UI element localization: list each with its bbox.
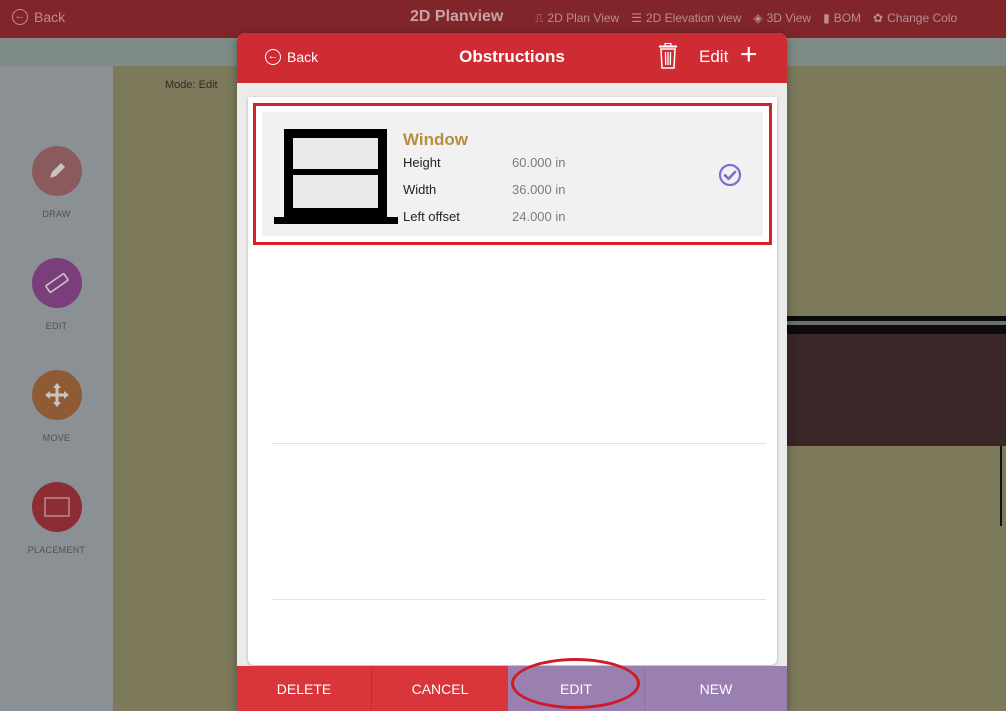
nav-3d-view[interactable]: ◈ 3D View: [753, 11, 811, 26]
modal-action-bar: DELETE CANCEL EDIT NEW: [237, 666, 787, 711]
obstruction-list: Window Height 60.000 in Width 36.000 in …: [248, 97, 777, 665]
move-arrows-icon[interactable]: [31, 370, 82, 420]
list-divider: [272, 599, 766, 600]
prop-row-width: Width 36.000 in: [403, 182, 566, 209]
wall-block: [786, 334, 1006, 446]
prop-label: Width: [403, 182, 437, 197]
nav-change-color[interactable]: ✿ Change Colo: [873, 11, 957, 26]
tool-move[interactable]: MOVE: [0, 370, 113, 443]
modal-back-label: Back: [287, 49, 319, 65]
trash-icon[interactable]: [657, 43, 679, 69]
window-icon: [274, 129, 398, 224]
list-item-content: Window Height 60.000 in Width 36.000 in …: [262, 112, 763, 236]
ruler-icon[interactable]: [31, 258, 82, 308]
prop-value: 36.000 in: [512, 182, 566, 197]
wall-segment: [786, 316, 1006, 334]
prop-row-left-offset: Left offset 24.000 in: [403, 209, 566, 236]
back-arrow-icon: ←: [265, 49, 281, 65]
tool-draw-label: DRAW: [42, 209, 71, 219]
modal-back-button[interactable]: ← Back: [265, 49, 318, 65]
nav-bom[interactable]: ▮ BOM: [823, 11, 861, 26]
placement-frame-icon[interactable]: [31, 482, 82, 532]
back-arrow-icon: ←: [12, 9, 28, 25]
modal-header: ← Back Obstructions Edit +: [237, 33, 787, 83]
prop-label: Left offset: [403, 209, 460, 224]
list-item[interactable]: Window Height 60.000 in Width 36.000 in …: [253, 103, 772, 245]
view-nav: ⎍ 2D Plan View ☰ 2D Elevation view ◈ 3D Vie…: [535, 11, 957, 26]
wall-edge: [1000, 446, 1006, 526]
obstructions-modal: ← Back Obstructions Edit + Window Height…: [237, 33, 787, 711]
tool-placement[interactable]: PLACEMENT: [0, 482, 113, 555]
modal-edit-button[interactable]: Edit: [699, 47, 728, 67]
tool-draw[interactable]: DRAW: [0, 146, 113, 219]
nav-2d-plan-view[interactable]: ⎍ 2D Plan View: [535, 11, 619, 26]
pencil-icon[interactable]: [31, 146, 82, 196]
elevation-list-icon: ☰: [631, 11, 642, 25]
tool-move-label: MOVE: [42, 433, 71, 443]
nav-2d-elevation-view[interactable]: ☰ 2D Elevation view: [631, 11, 741, 26]
prop-label: Height: [403, 155, 441, 170]
tool-placement-label: PLACEMENT: [27, 545, 86, 555]
topbar-back-button[interactable]: ← Back: [12, 9, 65, 25]
cancel-button[interactable]: CANCEL: [371, 666, 508, 711]
topbar-back-label: Back: [34, 9, 66, 25]
tool-edit[interactable]: EDIT: [0, 258, 113, 331]
prop-value: 24.000 in: [512, 209, 566, 224]
plan-view-icon: ⎍: [535, 11, 544, 25]
tool-edit-label: EDIT: [45, 321, 68, 331]
checkmark-circle-icon[interactable]: [718, 163, 742, 187]
document-icon: ▮: [823, 11, 830, 25]
add-icon[interactable]: +: [740, 37, 758, 73]
palette-icon: ✿: [873, 11, 884, 25]
list-divider: [272, 443, 766, 444]
app-title: 2D Planview: [410, 8, 504, 25]
edit-button[interactable]: EDIT: [508, 666, 644, 711]
cube-3d-icon: ◈: [753, 11, 763, 25]
prop-row-height: Height 60.000 in: [403, 155, 566, 182]
mode-label: Mode: Edit: [165, 79, 218, 91]
new-button[interactable]: NEW: [644, 666, 787, 711]
prop-value: 60.000 in: [512, 155, 566, 170]
item-name: Window: [403, 130, 468, 149]
item-properties: Height 60.000 in Width 36.000 in Left of…: [403, 155, 566, 236]
delete-button[interactable]: DELETE: [237, 666, 371, 711]
